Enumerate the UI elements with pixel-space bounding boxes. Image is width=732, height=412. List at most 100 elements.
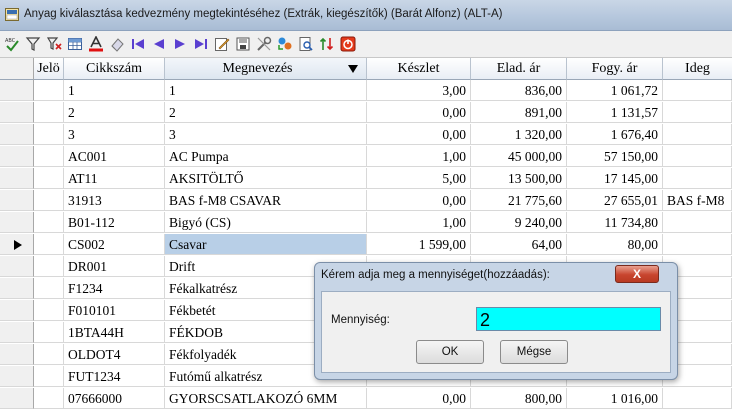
cell-keszlet[interactable]: 5,00 — [367, 168, 471, 189]
cell-megnevezes[interactable]: Bigyó (CS) — [165, 212, 367, 233]
cell-megnevezes[interactable]: 2 — [165, 102, 367, 123]
cell-cikkszam[interactable]: OLDOT4 — [64, 344, 165, 365]
cell-cikkszam[interactable]: F010101 — [64, 300, 165, 321]
cell-ideg[interactable]: BAS f-M8 — [663, 190, 732, 211]
cell-fogy-ar[interactable]: 27 655,01 — [567, 190, 663, 211]
cell-fogy-ar[interactable]: 1 131,57 — [567, 102, 663, 123]
eraser-icon[interactable] — [109, 36, 125, 52]
table-row[interactable]: AC001 AC Pumpa 1,00 45 000,00 57 150,00 — [0, 146, 732, 168]
cell-ideg[interactable] — [663, 168, 732, 189]
cell-megnevezes[interactable]: AC Pumpa — [165, 146, 367, 167]
table-row[interactable]: B01-112 Bigyó (CS) 1,00 9 240,00 11 734,80 — [0, 212, 732, 234]
cell-elad-ar[interactable]: 64,00 — [471, 234, 567, 255]
cell-cikkszam[interactable]: 1 — [64, 80, 165, 101]
column-header-elad-ar[interactable]: Elad. ár — [471, 58, 567, 80]
column-header-megnevezes[interactable]: Megnevezés — [165, 58, 367, 80]
cell-elad-ar[interactable]: 13 500,00 — [471, 168, 567, 189]
cell-fogy-ar[interactable]: 57 150,00 — [567, 146, 663, 167]
cell-cikkszam[interactable]: 2 — [64, 102, 165, 123]
table-row[interactable]: CS002 Csavar 1 599,00 64,00 80,00 — [0, 234, 732, 256]
cell-megnevezes[interactable]: BAS f-M8 CSAVAR — [165, 190, 367, 211]
edit-icon[interactable] — [214, 36, 230, 52]
cell-elad-ar[interactable]: 45 000,00 — [471, 146, 567, 167]
cell-keszlet[interactable]: 1,00 — [367, 212, 471, 233]
cell-keszlet[interactable]: 1 599,00 — [367, 234, 471, 255]
cell-cikkszam[interactable]: CS002 — [64, 234, 165, 255]
next-record-icon[interactable] — [172, 36, 188, 52]
cell-keszlet[interactable]: 0,00 — [367, 102, 471, 123]
cell-elad-ar[interactable]: 800,00 — [471, 388, 567, 409]
cell-cikkszam[interactable]: 1BTA44H — [64, 322, 165, 343]
cell-cikkszam[interactable]: B01-112 — [64, 212, 165, 233]
table-row[interactable]: 3 3 0,00 1 320,00 1 676,40 — [0, 124, 732, 146]
cell-cikkszam[interactable]: DR001 — [64, 256, 165, 277]
last-record-icon[interactable] — [193, 36, 209, 52]
ok-button[interactable]: OK — [416, 340, 484, 364]
column-header-ideg[interactable]: Ideg — [663, 58, 732, 80]
cell-ideg[interactable] — [663, 124, 732, 145]
cell-fogy-ar[interactable]: 1 676,40 — [567, 124, 663, 145]
table-row[interactable]: 07666000 GYORSCSATLAKOZÓ 6MM 0,00 800,00 1 0… — [0, 388, 732, 410]
cell-ideg[interactable] — [663, 388, 732, 409]
cell-cikkszam[interactable]: 07666000 — [64, 388, 165, 409]
cell-cikkszam[interactable]: AT11 — [64, 168, 165, 189]
cell-elad-ar[interactable]: 1 320,00 — [471, 124, 567, 145]
cell-keszlet[interactable]: 3,00 — [367, 80, 471, 101]
spellcheck-icon[interactable]: ABC — [4, 36, 20, 52]
column-header-jelo[interactable]: Jelö — [34, 58, 64, 80]
save-icon[interactable] — [235, 36, 251, 52]
cell-cikkszam[interactable]: 31913 — [64, 190, 165, 211]
prev-record-icon[interactable] — [151, 36, 167, 52]
cell-ideg[interactable] — [663, 80, 732, 101]
column-header-fogy-ar[interactable]: Fogy. ár — [567, 58, 663, 80]
cell-fogy-ar[interactable]: 1 061,72 — [567, 80, 663, 101]
cell-cikkszam[interactable]: F1234 — [64, 278, 165, 299]
cell-megnevezes[interactable]: AKSITÖLTŐ — [165, 168, 367, 189]
tools-icon[interactable] — [256, 36, 272, 52]
column-header-cikkszam[interactable]: Cikkszám — [64, 58, 165, 80]
table-row[interactable]: AT11 AKSITÖLTŐ 5,00 13 500,00 17 145,00 — [0, 168, 732, 190]
table-row[interactable]: 1 1 3,00 836,00 1 061,72 — [0, 80, 732, 102]
preview-icon[interactable] — [298, 36, 314, 52]
cell-elad-ar[interactable]: 9 240,00 — [471, 212, 567, 233]
cell-fogy-ar[interactable]: 80,00 — [567, 234, 663, 255]
cell-keszlet[interactable]: 0,00 — [367, 190, 471, 211]
cell-megnevezes[interactable]: 1 — [165, 80, 367, 101]
column-header-keszlet[interactable]: Készlet — [367, 58, 471, 80]
cell-ideg[interactable] — [663, 212, 732, 233]
cell-jelo — [34, 80, 64, 101]
cell-elad-ar[interactable]: 891,00 — [471, 102, 567, 123]
sort-icon[interactable] — [319, 36, 335, 52]
transfer-icon[interactable] — [277, 36, 293, 52]
table-row[interactable]: 31913 BAS f-M8 CSAVAR 0,00 21 775,60 27 655,… — [0, 190, 732, 212]
cell-fogy-ar[interactable]: 17 145,00 — [567, 168, 663, 189]
first-record-icon[interactable] — [130, 36, 146, 52]
cell-megnevezes[interactable]: 3 — [165, 124, 367, 145]
cell-fogy-ar[interactable]: 11 734,80 — [567, 212, 663, 233]
cell-cikkszam[interactable]: AC001 — [64, 146, 165, 167]
text-color-icon[interactable] — [88, 36, 104, 52]
exit-icon[interactable] — [340, 36, 356, 52]
table-row[interactable]: 2 2 0,00 891,00 1 131,57 — [0, 102, 732, 124]
dialog-close-button[interactable]: X — [615, 265, 659, 283]
quantity-label: Mennyiség: — [331, 314, 390, 326]
cell-ideg[interactable] — [663, 102, 732, 123]
cancel-button[interactable]: Mégse — [500, 340, 568, 364]
cell-keszlet[interactable]: 0,00 — [367, 388, 471, 409]
quantity-input[interactable]: 2 — [476, 307, 661, 331]
filter-icon[interactable] — [25, 36, 41, 52]
cell-elad-ar[interactable]: 21 775,60 — [471, 190, 567, 211]
cell-keszlet[interactable]: 0,00 — [367, 124, 471, 145]
cell-megnevezes[interactable]: Csavar — [165, 234, 367, 255]
cell-elad-ar[interactable]: 836,00 — [471, 80, 567, 101]
cell-megnevezes[interactable]: GYORSCSATLAKOZÓ 6MM — [165, 388, 367, 409]
cell-fogy-ar[interactable]: 1 016,00 — [567, 388, 663, 409]
cell-cikkszam[interactable]: FUT1234 — [64, 366, 165, 387]
cell-ideg[interactable] — [663, 146, 732, 167]
cell-cikkszam[interactable]: 3 — [64, 124, 165, 145]
cell-ideg[interactable] — [663, 234, 732, 255]
clear-filter-icon[interactable] — [46, 36, 62, 52]
window-title-bar[interactable]: Anyag kiválasztása kedvezmény megtekinté… — [0, 0, 732, 31]
cell-keszlet[interactable]: 1,00 — [367, 146, 471, 167]
grid-icon[interactable] — [67, 36, 83, 52]
